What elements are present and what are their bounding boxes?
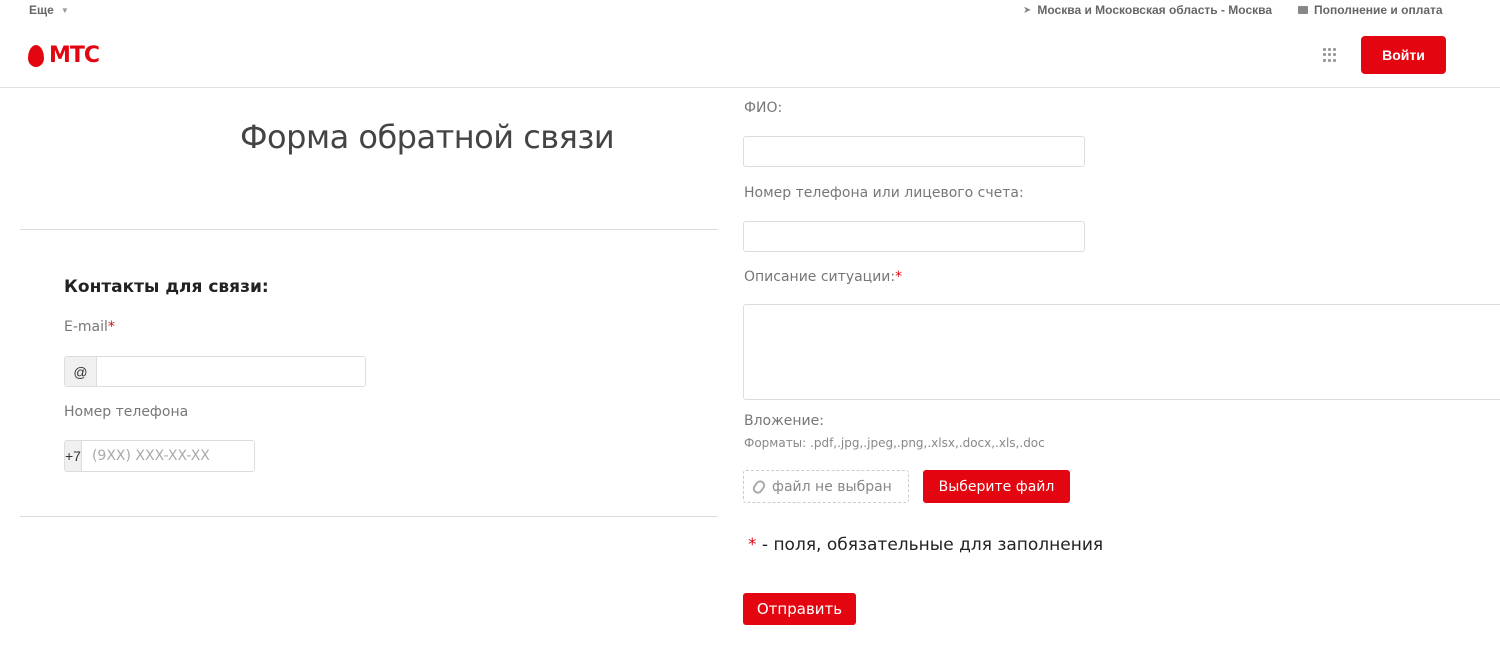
phone-input[interactable] — [81, 441, 254, 471]
topup-link[interactable]: Пополнение и оплата — [1298, 3, 1443, 17]
email-prefix: @ — [65, 357, 97, 386]
region-label: Москва и Московская область - Москва — [1037, 3, 1273, 17]
formats-hint: Форматы: .pdf,.jpg,.jpeg,.png,.xlsx,.doc… — [744, 436, 1045, 450]
description-label: Описание ситуации:* — [744, 269, 903, 285]
top-utility-bar: Еще ▼ ➤ Москва и Московская область - Мо… — [0, 0, 1500, 22]
location-arrow-icon: ➤ — [1023, 4, 1032, 16]
divider — [20, 516, 718, 517]
choose-file-button[interactable]: Выберите файл — [923, 470, 1070, 503]
description-textarea[interactable] — [743, 304, 1500, 400]
contacts-heading: Контакты для связи: — [64, 277, 269, 297]
submit-button[interactable]: Отправить — [743, 593, 856, 625]
email-input-group: @ — [64, 356, 366, 387]
fio-label: ФИО: — [744, 100, 783, 116]
caret-down-icon: ▼ — [60, 5, 69, 15]
email-label: E-mail* — [64, 319, 115, 335]
required-mark: * — [895, 269, 903, 285]
grid-icon[interactable] — [1323, 48, 1337, 62]
account-label: Номер телефона или лицевого счета: — [744, 185, 1024, 201]
attachment-label: Вложение: — [744, 413, 824, 429]
phone-label: Номер телефона — [64, 404, 189, 420]
page-title: Форма обратной связи — [240, 118, 615, 156]
fio-input[interactable] — [743, 136, 1085, 167]
topup-label: Пополнение и оплата — [1314, 3, 1443, 17]
mts-logo[interactable]: МТС — [28, 43, 100, 68]
no-file-text: файл не выбран — [772, 478, 892, 495]
email-input[interactable] — [97, 357, 365, 386]
login-button[interactable]: Войти — [1361, 36, 1446, 74]
required-mark: * — [748, 535, 757, 555]
more-menu[interactable]: Еще ▼ — [29, 3, 69, 17]
paperclip-icon — [750, 477, 768, 496]
site-header: МТС Войти — [0, 22, 1500, 88]
account-input[interactable] — [743, 221, 1085, 252]
phone-input-group: +7 — [64, 440, 255, 472]
logo-egg-icon — [28, 44, 44, 67]
divider — [20, 229, 718, 230]
phone-prefix: +7 — [65, 441, 82, 471]
required-note: * - поля, обязательные для заполнения — [748, 535, 1104, 555]
card-icon — [1298, 6, 1308, 14]
more-label: Еще — [29, 3, 54, 17]
logo-text: МТС — [49, 43, 100, 68]
region-selector[interactable]: ➤ Москва и Московская область - Москва — [1023, 3, 1272, 17]
required-mark: * — [107, 319, 115, 335]
file-drop-box[interactable]: файл не выбран — [743, 470, 909, 503]
